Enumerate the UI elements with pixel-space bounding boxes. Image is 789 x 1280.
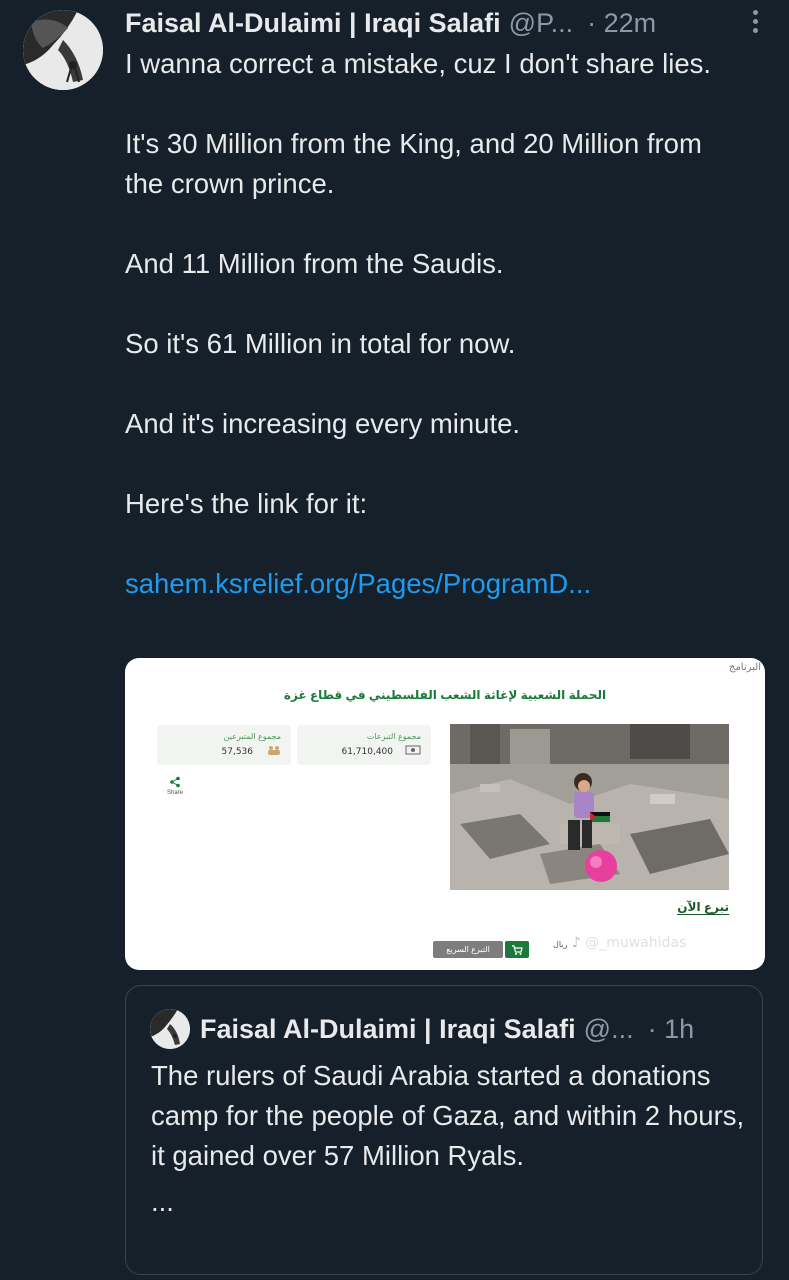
tweet-paragraph: And 11 Million from the Saudis.	[125, 248, 504, 279]
more-options-icon[interactable]	[751, 6, 759, 36]
tweet-paragraph: It's 30 Million from the King, and 20 Mi…	[125, 128, 702, 199]
quick-donate-button[interactable]: التبرع السريع	[433, 941, 503, 958]
tiktok-icon: ♪	[571, 935, 581, 951]
link-preview-card[interactable]: البرنامج الحملة الشعبية لإغاثة الشعب الف…	[125, 658, 765, 970]
quoted-ellipsis: ...	[151, 1186, 174, 1217]
quoted-text: The rulers of Saudi Arabia started a don…	[151, 1060, 745, 1171]
author-handle[interactable]: @P...	[509, 8, 573, 39]
quoted-author-name: Faisal Al-Dulaimi | Iraqi Salafi	[200, 1013, 576, 1044]
quoted-text-block: The rulers of Saudi Arabia started a don…	[151, 1056, 751, 1222]
card-corner-label: البرنامج	[728, 662, 761, 673]
watermark-prefix: ريال	[553, 940, 568, 949]
watermark-text: @_muwahidas	[585, 935, 687, 951]
quoted-author-avatar	[150, 1009, 190, 1049]
quoted-author-handle: @...	[583, 1013, 634, 1044]
tiktok-watermark: ريال ♪ @_muwahidas	[553, 935, 686, 951]
tweet-paragraph: So it's 61 Million in total for now.	[125, 328, 516, 359]
donors-value: 57,536	[221, 747, 254, 757]
quoted-tweet[interactable]: Faisal Al-Dulaimi | Iraqi Salafi @... · …	[125, 985, 763, 1275]
cart-button[interactable]	[505, 941, 529, 958]
donation-link[interactable]: sahem.ksrelief.org/Pages/ProgramD...	[125, 568, 591, 599]
donors-stat: مجموع المتبرعين 57,536	[157, 725, 291, 765]
quoted-timestamp: · 1h	[647, 1013, 695, 1044]
donors-label: مجموع المتبرعين	[223, 732, 281, 741]
tweet-paragraph: I wanna correct a mistake, cuz I don't s…	[125, 48, 712, 79]
author-name[interactable]: Faisal Al-Dulaimi | Iraqi Salafi	[125, 8, 501, 39]
tweet-text: I wanna correct a mistake, cuz I don't s…	[125, 44, 745, 604]
donations-label: مجموع التبرعات	[366, 732, 421, 741]
money-icon	[405, 745, 421, 755]
campaign-title: الحملة الشعبية لإغاثة الشعب الفلسطيني في…	[283, 688, 607, 702]
cart-icon	[512, 945, 523, 955]
share-button[interactable]: Share	[167, 776, 183, 796]
quoted-header: Faisal Al-Dulaimi | Iraqi Salafi @... · …	[200, 1010, 694, 1048]
tweet-timestamp[interactable]: · 22m	[587, 8, 656, 39]
donations-stat: مجموع التبرعات 61,710,400	[297, 725, 431, 765]
tweet-paragraph: And it's increasing every minute.	[125, 408, 521, 439]
share-icon	[170, 776, 180, 788]
donate-now-link[interactable]: تبرع الآن	[677, 900, 729, 915]
donations-value: 61,710,400	[341, 747, 393, 757]
people-icon	[268, 746, 280, 755]
tweet-header: Faisal Al-Dulaimi | Iraqi Salafi @P... ·…	[125, 4, 769, 42]
campaign-photo	[450, 724, 729, 890]
tweet-paragraph: Here's the link for it:	[125, 488, 368, 519]
share-label: Share	[167, 790, 184, 796]
author-avatar[interactable]	[23, 10, 103, 90]
